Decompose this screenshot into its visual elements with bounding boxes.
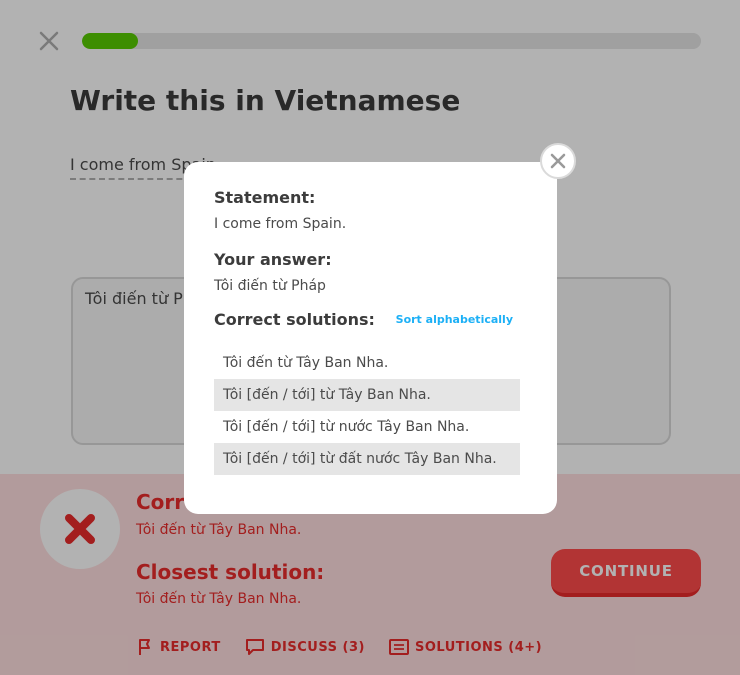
sort-alphabetically-link[interactable]: Sort alphabetically bbox=[396, 313, 513, 326]
solution-item: Tôi [đến / tới] từ nước Tây Ban Nha. bbox=[223, 419, 470, 435]
statement-label: Statement: bbox=[214, 188, 316, 207]
statement-text: I come from Spain. bbox=[214, 216, 347, 232]
solutions-modal: Statement: I come from Spain. Your answe… bbox=[184, 162, 557, 514]
correct-solutions-label: Correct solutions: bbox=[214, 310, 375, 329]
solution-item: Tôi [đến / tới] từ Tây Ban Nha. bbox=[214, 379, 520, 411]
solution-item: Tôi đến từ Tây Ban Nha. bbox=[223, 355, 389, 371]
modal-close-button[interactable] bbox=[540, 143, 576, 179]
close-icon bbox=[550, 153, 566, 169]
solutions-header: Correct solutions: Sort alphabetically bbox=[214, 310, 527, 329]
solution-item: Tôi [đến / tới] từ đất nước Tây Ban Nha. bbox=[214, 443, 520, 475]
your-answer-label: Your answer: bbox=[214, 250, 332, 269]
solutions-list: Tôi đến từ Tây Ban Nha. Tôi [đến / tới] … bbox=[214, 347, 520, 475]
your-answer-text: Tôi điến từ Pháp bbox=[214, 278, 326, 294]
